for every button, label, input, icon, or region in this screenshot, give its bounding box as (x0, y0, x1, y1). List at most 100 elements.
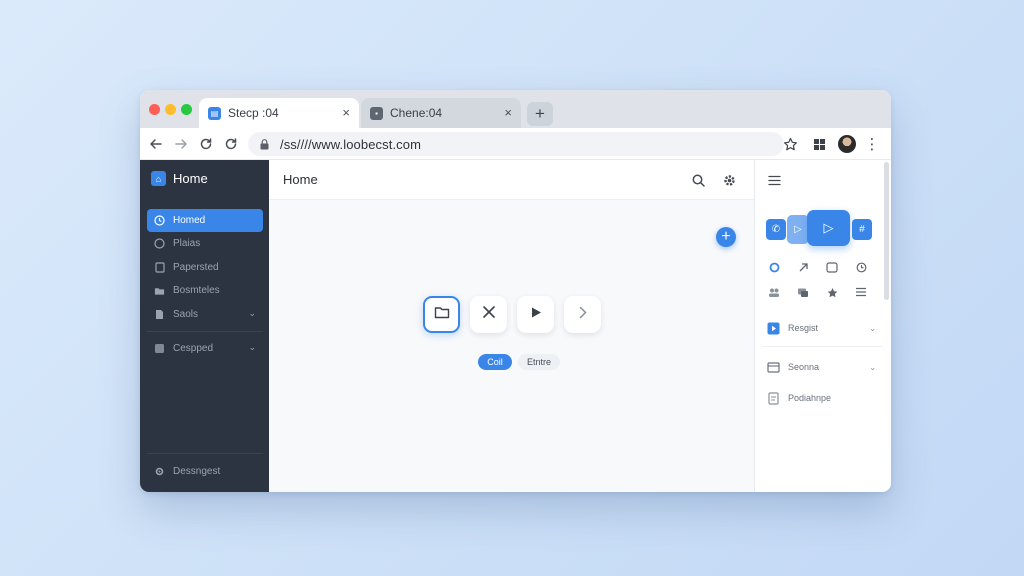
main-header: Home (269, 160, 754, 200)
search-icon[interactable] (690, 172, 706, 188)
arrow-up-right-icon[interactable] (796, 260, 810, 274)
phone-button[interactable]: ✆ (766, 219, 786, 240)
add-button[interactable]: + (716, 227, 736, 247)
folder-icon (434, 306, 450, 324)
pin-icon[interactable] (825, 285, 839, 299)
tools-tile-button[interactable] (470, 296, 507, 333)
image-icon[interactable] (825, 260, 839, 274)
document-icon (766, 391, 780, 405)
sidebar-item-label: Bosmteles (173, 285, 220, 296)
hash-icon: # (859, 224, 865, 235)
browser-window: ▤ Stecp :04 × ▪ Chene:04 × + /ss////www.… (140, 90, 891, 492)
calendar-icon (766, 360, 780, 374)
tab-strip: ▤ Stecp :04 × ▪ Chene:04 × + (140, 90, 891, 128)
tab-inactive[interactable]: ▪ Chene:04 × (361, 98, 521, 128)
sidebar-item-settings[interactable]: Dessngest (147, 460, 263, 483)
tab-active[interactable]: ▤ Stecp :04 × (199, 98, 359, 128)
sidebar-item-label: Cespped (173, 343, 214, 354)
sidebar-item-label: Plaias (173, 238, 201, 249)
forward-icon[interactable] (171, 134, 191, 154)
chevron-down-icon: ⌄ (248, 342, 256, 352)
panel-row-label: Podiahnpe (788, 393, 832, 403)
page-title: Home (283, 172, 318, 187)
panel-row-seonna[interactable]: Seonna ⌄ (766, 357, 876, 377)
sidebar-divider (147, 331, 263, 332)
play-tile-button[interactable] (517, 296, 554, 333)
list-icon[interactable] (854, 285, 868, 299)
circle-icon[interactable] (767, 260, 781, 274)
sidebar-item-label: Homed (173, 215, 206, 226)
crossed-tools-icon (482, 305, 496, 324)
file-icon (154, 309, 165, 320)
sidebar-item-label: Saols (173, 309, 199, 320)
tab-close-icon[interactable]: × (342, 105, 350, 120)
sidebar-item-plaias[interactable]: Plaias (147, 232, 263, 255)
panel-row-resgist[interactable]: Resgist ⌄ (766, 318, 876, 338)
gear-icon (154, 466, 165, 477)
tab-label: Stecp :04 (228, 106, 279, 120)
folder-tile-button[interactable] (423, 296, 460, 333)
play-icon: ▷ (823, 220, 834, 235)
browser-toolbar: /ss////www.loobecst.com ⋮ (140, 128, 891, 160)
play-button[interactable]: ▷ (807, 210, 850, 246)
tab-favicon-icon: ▤ (208, 106, 221, 120)
sidebar-item-bosmteles[interactable]: Bosmteles (147, 279, 263, 302)
minimize-window-button[interactable] (165, 104, 176, 115)
address-bar[interactable]: /ss////www.loobecst.com (248, 132, 784, 156)
main-content: Home + Coil Etntre (269, 160, 754, 492)
phone-icon: ✆ (771, 224, 781, 235)
sidebar-item-saols[interactable]: Saols ⌄ (147, 303, 263, 326)
sidebar-header: ⌂ Home (151, 171, 208, 186)
sidebar: ⌂ Home Homed Plaias Papersted Bosmteles … (140, 160, 269, 492)
document-icon (154, 262, 165, 273)
back-icon[interactable] (146, 134, 166, 154)
chevron-down-icon: ⌄ (869, 323, 876, 333)
app-logo-icon: ⌂ (151, 171, 166, 186)
people-icon[interactable] (767, 285, 781, 299)
compass-icon (154, 238, 165, 249)
more-menu-icon[interactable]: ⋮ (862, 134, 882, 154)
menu-icon[interactable] (766, 172, 782, 188)
avatar (838, 135, 856, 153)
url-text: /ss////www.loobecst.com (280, 136, 422, 152)
extensions-icon[interactable] (809, 134, 829, 154)
tab-favicon-icon: ▪ (370, 106, 383, 120)
sidebar-item-papersted[interactable]: Papersted (147, 256, 263, 279)
new-tab-button[interactable]: + (527, 102, 553, 126)
tab-label: Chene:04 (390, 106, 443, 120)
profile-avatar[interactable] (837, 134, 857, 154)
sidebar-item-label: Dessngest (173, 466, 221, 477)
bookmark-star-icon[interactable] (780, 134, 800, 154)
maximize-window-button[interactable] (181, 104, 192, 115)
media-icon: ▷ (794, 224, 802, 235)
tab-close-icon[interactable]: × (504, 105, 512, 120)
folder-icon (154, 285, 165, 296)
chevron-down-icon: ⌄ (248, 308, 256, 318)
lock-icon (258, 138, 270, 150)
secondary-chip-button[interactable]: Etntre (518, 354, 560, 370)
primary-chip-button[interactable]: Coil (478, 354, 512, 370)
sidebar-item-cespped[interactable]: Cespped ⌄ (147, 337, 263, 360)
play-icon (530, 306, 542, 324)
sidebar-divider (147, 453, 263, 454)
gear-icon[interactable] (721, 172, 737, 188)
next-tile-button[interactable] (564, 296, 601, 333)
chat-icon[interactable] (796, 285, 810, 299)
scrollbar[interactable] (884, 162, 889, 300)
hash-button[interactable]: # (852, 219, 872, 240)
play-square-icon (766, 321, 780, 335)
box-icon (154, 343, 165, 354)
reload-icon[interactable] (196, 134, 216, 154)
reload-alt-icon[interactable] (221, 134, 241, 154)
media-button[interactable]: ▷ (787, 215, 809, 244)
sidebar-title: Home (173, 171, 208, 186)
sidebar-item-label: Papersted (173, 262, 219, 273)
panel-divider (763, 346, 883, 347)
home-icon (154, 215, 165, 226)
clock-icon[interactable] (854, 260, 868, 274)
sidebar-item-home[interactable]: Homed (147, 209, 263, 232)
panel-row-podiahnpe[interactable]: Podiahnpe (766, 388, 876, 408)
panel-row-label: Resgist (788, 323, 819, 333)
chevron-right-icon (579, 306, 587, 324)
close-window-button[interactable] (149, 104, 160, 115)
